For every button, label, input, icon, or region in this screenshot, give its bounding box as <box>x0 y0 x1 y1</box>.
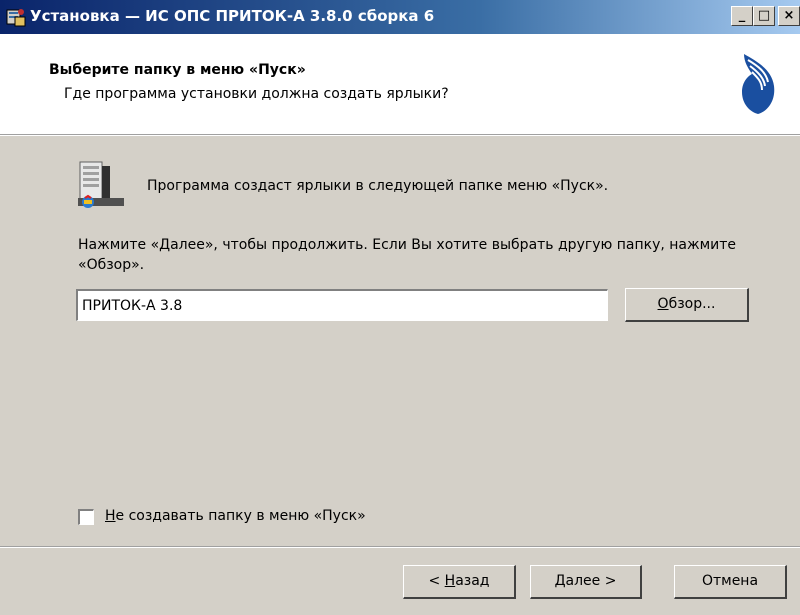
checkbox-label-text: е создавать папку в меню «Пуск» <box>115 508 366 524</box>
title-bar[interactable]: Установка — ИС ОПС ПРИТОК-А 3.8.0 сборка… <box>0 0 800 34</box>
checkbox-accel: Н <box>105 508 116 524</box>
page-title: Выберите папку в меню «Пуск» <box>49 62 306 78</box>
back-button[interactable]: < Назад <box>403 565 516 599</box>
next-button[interactable]: Далее > <box>530 565 642 599</box>
next-accel: Д <box>554 573 566 589</box>
cancel-button[interactable]: Отмена <box>674 565 787 599</box>
hint-text: Нажмите «Далее», чтобы продолжить. Если … <box>78 237 737 273</box>
browse-label: бзор... <box>668 296 716 312</box>
back-label: азад <box>455 573 490 589</box>
cancel-label: Отмена <box>701 573 759 589</box>
close-button[interactable]: × <box>778 6 800 26</box>
browse-accel: О <box>657 296 669 312</box>
back-prefix: < <box>428 573 445 589</box>
window-title: Установка — ИС ОПС ПРИТОК-А 3.8.0 сборка… <box>30 7 435 25</box>
minimize-button[interactable]: _ <box>731 6 753 26</box>
setup-icon <box>6 9 26 27</box>
browse-button[interactable]: Обзор... <box>625 288 749 322</box>
info-text: Программа создаст ярлыки в следующей пап… <box>147 178 609 194</box>
start-menu-folder-icon <box>78 161 124 208</box>
footer-separator-highlight <box>0 547 800 548</box>
no-folder-checkbox[interactable] <box>78 509 94 525</box>
company-logo-icon <box>742 54 775 114</box>
close-icon: × <box>783 8 795 23</box>
maximize-icon: □ <box>757 8 771 23</box>
page-subtitle: Где программа установки должна создать я… <box>64 86 449 102</box>
maximize-button[interactable]: □ <box>753 6 775 26</box>
start-menu-folder-input[interactable] <box>76 289 608 321</box>
wizard-header: Выберите папку в меню «Пуск» Где програм… <box>0 34 800 135</box>
header-separator <box>0 135 800 136</box>
no-folder-checkbox-label[interactable]: Не создавать папку в меню «Пуск» <box>105 508 366 524</box>
setup-window: Установка — ИС ОПС ПРИТОК-А 3.8.0 сборка… <box>0 0 800 615</box>
next-label: алее > <box>565 573 617 589</box>
back-accel: Н <box>444 573 456 589</box>
minimize-icon: _ <box>738 8 746 23</box>
